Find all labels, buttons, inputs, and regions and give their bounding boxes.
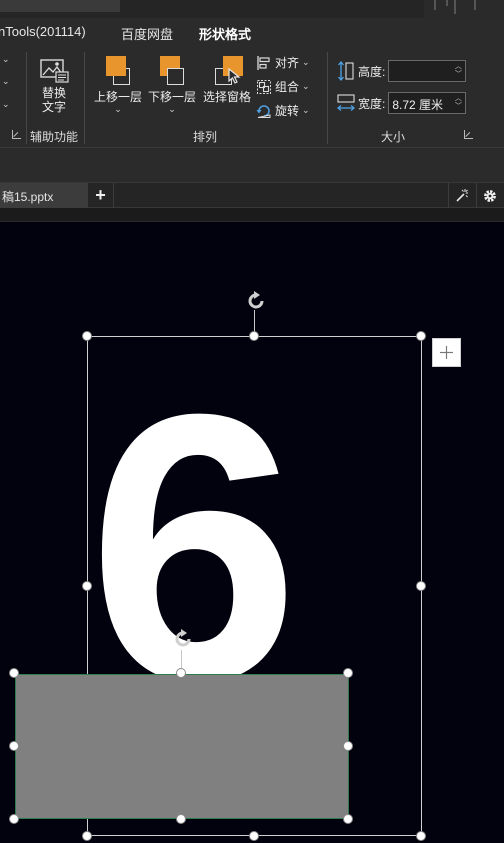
document-tab-name: 稿15.pptx xyxy=(2,190,54,204)
tab-baidu-netdisk[interactable]: 百度网盘 xyxy=(121,24,173,43)
resize-handle-bottom-right[interactable] xyxy=(343,814,353,824)
document-tab-bar: 稿15.pptx + xyxy=(0,182,504,208)
alt-text-label-1: 替换 xyxy=(41,86,66,100)
rotate-button[interactable]: 旋转 ⌄ xyxy=(256,102,310,119)
group-separator xyxy=(327,52,328,144)
add-tab-button[interactable]: + xyxy=(88,183,114,208)
plus-icon: + xyxy=(95,185,106,205)
resize-handle-top-right[interactable] xyxy=(416,331,426,341)
gear-icon xyxy=(483,189,496,202)
resize-handle-right[interactable] xyxy=(343,741,353,751)
resize-handle-bottom-left[interactable] xyxy=(82,831,92,841)
title-bar xyxy=(0,0,504,18)
align-button[interactable]: 对齐 ⌄ xyxy=(256,54,310,71)
send-backward-icon xyxy=(157,56,187,86)
document-tab[interactable]: 稿15.pptx xyxy=(0,183,88,208)
alt-text-button[interactable]: 替换 文字 xyxy=(36,58,72,114)
selection-pane-icon xyxy=(212,56,243,86)
ribbon-tab-row: nTools(201114) 百度网盘 形状格式 xyxy=(0,18,504,49)
settings-button[interactable] xyxy=(476,183,502,208)
chevron-down-icon: ⌄ xyxy=(114,104,122,114)
ribbon-empty-band xyxy=(0,148,504,182)
title-bar-left-region xyxy=(0,0,120,12)
send-backward-label: 下移一层 xyxy=(147,90,196,104)
bring-forward-label: 上移一层 xyxy=(93,90,142,104)
resize-handle-bottom-right[interactable] xyxy=(416,831,426,841)
spinner-arrows-icon[interactable]: ︿ ﹀ xyxy=(453,63,463,79)
height-label: 高度: xyxy=(358,64,386,79)
resize-handle-top-right[interactable] xyxy=(343,668,353,678)
resize-handle-top[interactable] xyxy=(249,331,259,341)
align-label: 对齐 xyxy=(275,56,300,70)
rotate-handle-icon[interactable] xyxy=(172,628,194,650)
group-label-arrange: 排列 xyxy=(193,130,218,144)
group-icon xyxy=(257,79,271,94)
chevron-down-icon: ⌄ xyxy=(168,104,176,114)
alt-text-label-2: 文字 xyxy=(41,100,66,114)
dialog-launcher-icon[interactable] xyxy=(464,130,473,139)
rotate-icon xyxy=(256,104,271,118)
group-separator xyxy=(26,52,27,144)
plus-icon xyxy=(440,346,453,359)
height-icon xyxy=(338,61,354,81)
dialog-launcher-icon[interactable] xyxy=(12,130,21,139)
title-bar-right-region xyxy=(424,0,504,18)
align-icon xyxy=(257,55,270,70)
group-label-accessibility: 辅助功能 xyxy=(30,130,79,144)
selection-pane-label: 选择窗格 xyxy=(202,90,251,104)
powerpoint-window: nTools(201114) 百度网盘 形状格式 ⌄ ⌄ ⌄ 替换 文字 辅助功… xyxy=(0,0,504,843)
group-label-size: 大小 xyxy=(381,130,406,144)
chevron-down-icon[interactable]: ⌄ xyxy=(2,54,10,65)
resize-handle-bottom-left[interactable] xyxy=(9,814,19,824)
chevron-down-icon: ⌄ xyxy=(302,81,310,91)
send-backward-button[interactable]: 下移一层 ⌄ xyxy=(146,56,198,114)
width-label: 宽度: xyxy=(358,96,386,111)
resize-handle-right[interactable] xyxy=(416,581,426,591)
selection-pane-button[interactable]: 选择窗格 xyxy=(200,56,254,104)
chevron-down-icon[interactable]: ⌄ xyxy=(2,99,10,110)
magic-wand-icon xyxy=(455,188,468,202)
group-button[interactable]: 组合 ⌄ xyxy=(256,78,310,95)
resize-handle-left[interactable] xyxy=(9,741,19,751)
height-row: 高度: ︿ ﹀ xyxy=(337,60,467,82)
tab-shape-format[interactable]: 形状格式 xyxy=(199,24,252,49)
gray-rectangle-shape[interactable] xyxy=(15,674,349,819)
layout-options-button[interactable] xyxy=(432,338,461,367)
spinner-arrows-icon[interactable]: ︿ ﹀ xyxy=(453,95,463,111)
tab-ntools[interactable]: nTools(201114) xyxy=(0,24,86,39)
resize-handle-bottom[interactable] xyxy=(249,831,259,841)
width-icon xyxy=(337,94,355,111)
rotate-handle-icon[interactable] xyxy=(245,290,267,312)
width-value: 8.72 厘米 xyxy=(392,98,444,112)
chevron-down-icon: ⌄ xyxy=(302,105,310,115)
ribbon-body: ⌄ ⌄ ⌄ 替换 文字 辅助功能 上移一层 ⌄ 下移一层 ⌄ 选择窗格 对齐 ⌄… xyxy=(0,46,504,148)
rotate-label: 旋转 xyxy=(275,104,300,118)
chevron-down-icon[interactable]: ⌄ xyxy=(2,76,10,87)
resize-handle-top-left[interactable] xyxy=(82,331,92,341)
resize-handle-left[interactable] xyxy=(82,581,92,591)
bring-forward-button[interactable]: 上移一层 ⌄ xyxy=(92,56,144,114)
group-separator xyxy=(84,52,85,144)
width-row: 宽度: 8.72 厘米 ︿ ﹀ xyxy=(337,92,467,114)
alt-text-icon xyxy=(40,59,69,83)
resize-handle-top[interactable] xyxy=(176,668,186,678)
height-input[interactable]: ︿ ﹀ xyxy=(388,60,467,82)
resize-handle-top-left[interactable] xyxy=(9,668,19,678)
magic-wand-button[interactable] xyxy=(448,183,474,208)
bring-forward-icon xyxy=(103,56,133,86)
width-input[interactable]: 8.72 厘米 ︿ ﹀ xyxy=(388,92,467,114)
chevron-down-icon: ⌄ xyxy=(302,57,310,67)
ruler-strip xyxy=(0,208,504,222)
resize-handle-bottom[interactable] xyxy=(176,814,186,824)
group-label: 组合 xyxy=(275,80,300,94)
